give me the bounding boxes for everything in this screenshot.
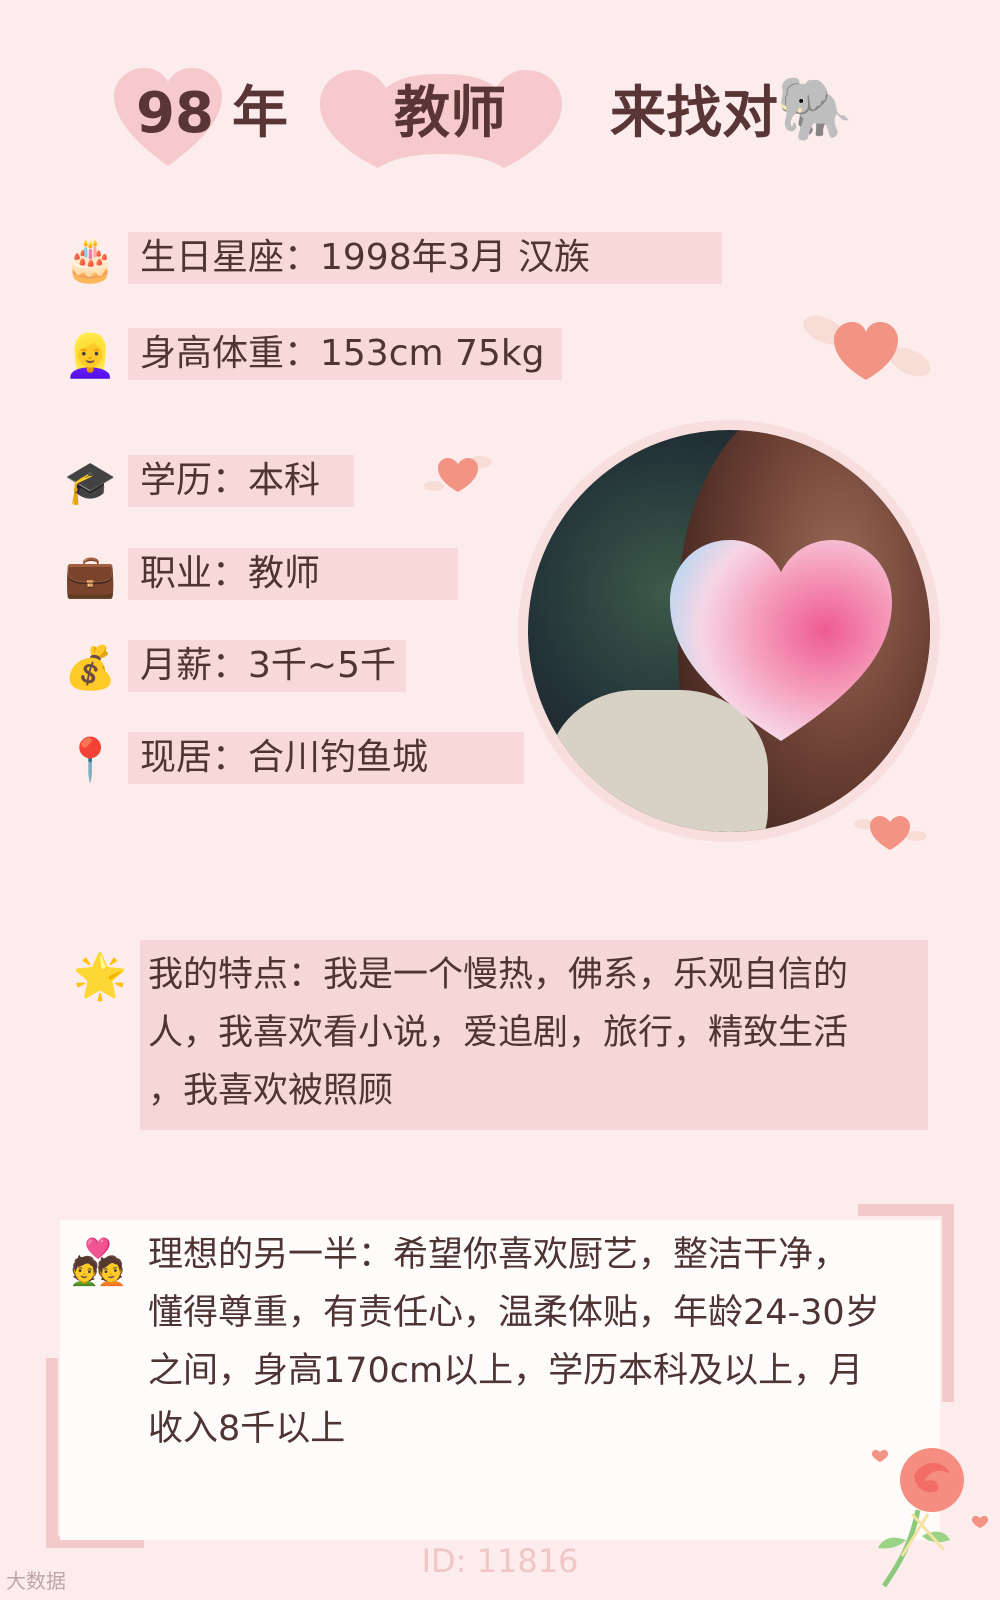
ideal-line: 理想的另一半：希望你喜欢厨艺，整洁干净， [148,1235,849,1275]
small-heart-icon [854,816,927,850]
ideal-partner-section: 💑 理想的另一半：希望你喜欢厨艺，整洁干净， 懂得尊重，有责任心，温柔体贴，年龄… [60,1220,940,1540]
ideal-partner-text: 理想的另一半：希望你喜欢厨艺，整洁干净， 懂得尊重，有责任心，温柔体贴，年龄24… [148,1226,938,1458]
tagline: 来找对 [610,81,778,146]
couple-icon: 💑 [70,1237,126,1288]
money-bag-icon: 💰 [64,643,117,692]
frame-corner [858,1204,954,1216]
height-weight-text: 身高体重：153cm 75kg [140,333,545,374]
graduation-cap-icon: 🎓 [64,458,117,507]
features-line: ，我喜欢被照顾 [148,1071,394,1111]
occupation-text: 职业：教师 [140,553,321,594]
cake-icon: 🎂 [64,235,117,284]
residence-text: 现居：合川钓鱼城 [140,737,429,778]
star-icon: 🌟 [72,951,128,1002]
face-cover-heart-icon [670,540,892,741]
elephant-icon: 🐘 [776,72,854,145]
birth-year: 98 [136,81,214,146]
ideal-line: 之间，身高170cm以上，学历本科及以上，月 [148,1351,864,1391]
features-line: 人，我喜欢看小说，爱追剧，旅行，精致生活 [148,1013,849,1053]
winged-heart-icon [803,315,931,380]
woman-icon: 👱‍♀️ [64,331,117,380]
features-text: 我的特点：我是一个慢热，佛系，乐观自信的 人，我喜欢看小说，爱追剧，旅行，精致生… [148,946,928,1120]
briefcase-icon: 💼 [64,551,117,600]
features-line: 我的特点：我是一个慢热，佛系，乐观自信的 [148,955,849,995]
frame-corner [942,1204,954,1402]
education-text: 学历：本科 [140,460,321,501]
small-heart-icon [424,456,492,492]
features-section: 🌟 我的特点：我是一个慢热，佛系，乐观自信的 人，我喜欢看小说，爱追剧，旅行，精… [62,940,928,1132]
profile-photo-frame [518,420,940,842]
birthday-text: 生日星座：1998年3月 汉族 [140,237,590,278]
location-pin-icon: 📍 [64,735,117,784]
watermark: 大数据 [6,1569,66,1593]
job-title: 教师 [394,81,506,146]
profile-card: 98 年 教师 来找对 🐘 🎂 生日星座：1998年3月 汉族 👱‍♀️ 身高体… [0,0,1000,1600]
ideal-line: 懂得尊重，有责任心，温柔体贴，年龄24-30岁 [148,1293,880,1333]
frame-corner [46,1358,58,1548]
ideal-line: 收入8千以上 [148,1409,346,1449]
profile-photo[interactable] [528,430,930,832]
salary-text: 月薪：3千~5千 [140,645,396,686]
profile-id: ID: 11816 [421,1542,579,1580]
header: 98 年 教师 来找对 🐘 [0,68,1000,188]
birth-year-suffix: 年 [232,81,288,146]
